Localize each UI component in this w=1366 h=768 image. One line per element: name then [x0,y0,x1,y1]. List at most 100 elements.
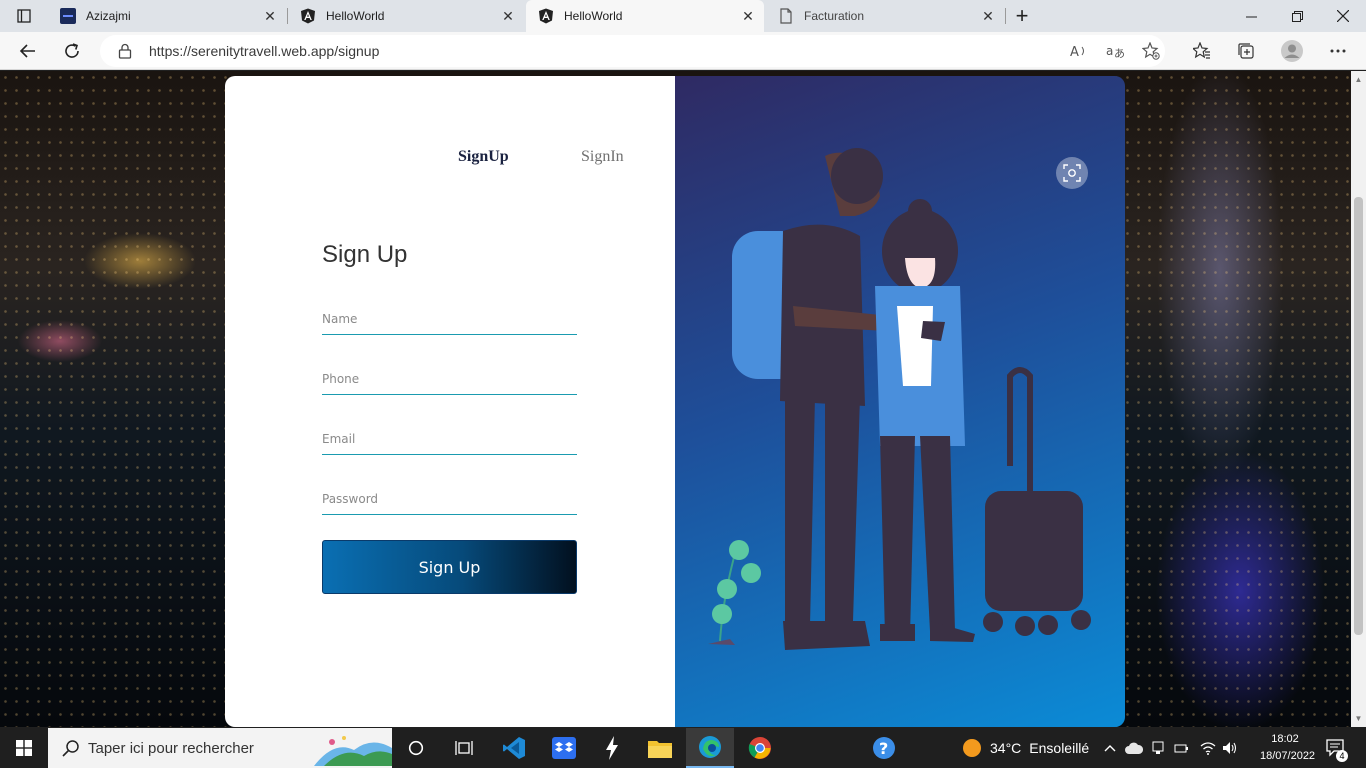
vscode-icon [503,737,525,759]
collections-icon [1238,43,1254,59]
system-clock[interactable]: 18:02 18/07/2022 [1260,731,1316,765]
app-taskbar-button[interactable] [588,728,636,768]
help-taskbar-button[interactable]: ? [860,728,908,768]
task-view-button[interactable] [392,728,440,768]
travel-illustration-panel [675,76,1125,727]
power-plug-icon [1174,744,1188,753]
lightning-app-icon [606,736,618,760]
windows-taskbar: Taper ici pour rechercher ? 34°C Ensolei… [0,728,1366,768]
favorites-button[interactable] [1187,36,1217,66]
add-favorite-icon[interactable] [1142,42,1160,60]
more-icon [1330,49,1346,53]
taskbar-search-box[interactable]: Taper ici pour rechercher [48,728,392,768]
battery-tray[interactable] [1170,728,1194,768]
close-tab-icon[interactable]: ✕ [258,4,282,28]
signup-nav-link[interactable]: SignUp [458,148,509,166]
form-title: Sign Up [322,241,408,268]
file-explorer-taskbar-button[interactable] [636,728,684,768]
suitcase-icon [983,367,1091,636]
avatar [1281,40,1303,62]
scrollbar-thumb[interactable] [1354,197,1363,635]
travelers-illustration [708,148,1091,650]
read-aloud-icon[interactable]: A [1070,43,1088,59]
refresh-icon [65,43,79,58]
vscode-taskbar-button[interactable] [490,728,538,768]
tab-title: HelloWorld [564,9,623,23]
svg-text:a: a [1106,44,1113,58]
name-field[interactable] [322,295,577,335]
plus-icon: + [1015,3,1029,28]
page-viewport: SignUp SignIn Sign Up Sign Up [0,71,1351,727]
document-icon [778,8,794,24]
close-tab-icon[interactable]: ✕ [496,4,520,28]
tab-actions-icon [17,9,31,23]
close-tab-icon[interactable]: ✕ [976,4,1000,28]
volume-tray[interactable] [1218,728,1242,768]
sun-icon [963,739,981,757]
close-tab-icon[interactable]: ✕ [736,4,760,28]
page-scrollbar[interactable]: ▲ ▼ [1351,71,1366,727]
restore-button[interactable] [1274,0,1320,32]
dropbox-taskbar-button[interactable] [540,728,588,768]
minimize-button[interactable] [1228,0,1274,32]
scroll-up-icon[interactable]: ▲ [1354,75,1363,84]
tab-title: Facturation [804,9,865,23]
search-placeholder: Taper ici pour rechercher [88,740,254,757]
device-tray[interactable] [1146,728,1170,768]
collections-button[interactable] [1231,36,1261,66]
onedrive-tray[interactable] [1122,728,1146,768]
back-arrow-icon [19,44,35,58]
edge-taskbar-button[interactable] [686,728,734,768]
edge-icon [699,736,721,758]
signin-nav-link[interactable]: SignIn [581,148,624,166]
phone-field[interactable] [322,355,577,395]
cloud-icon [1125,742,1143,754]
profile-button[interactable] [1277,36,1307,66]
lock-icon [118,43,132,59]
password-field[interactable] [322,475,577,515]
scroll-down-icon[interactable]: ▼ [1354,714,1363,723]
weather-widget[interactable]: 34°C Ensoleillé [962,728,1089,768]
tab-title: HelloWorld [326,9,385,23]
close-window-button[interactable] [1320,0,1366,32]
signup-submit-button[interactable]: Sign Up [322,540,577,594]
clock-time: 18:02 [1271,733,1299,745]
tab-strip: Azizajmi ✕ HelloWorld ✕ HelloWorld ✕ Fac… [0,0,1366,32]
address-bar[interactable]: https://serenitytravell.web.app/signup A… [100,35,1165,67]
translate-icon[interactable]: aあ [1106,43,1124,59]
task-view-icon [455,741,473,755]
help-icon: ? [873,737,895,759]
chevron-up-icon [1104,745,1116,752]
tab-helloworld-active[interactable]: HelloWorld ✕ [526,0,764,32]
more-options-button[interactable] [1323,36,1353,66]
taskview-button[interactable] [440,728,488,768]
svg-text:?: ? [879,739,888,758]
email-field[interactable] [322,415,577,455]
wifi-tray[interactable] [1196,728,1220,768]
notification-count-badge: 4 [1336,750,1348,762]
minimize-icon [1245,16,1257,17]
windows-icon [16,740,32,756]
notification-center-button[interactable]: 4 [1322,728,1350,768]
tab-facturation[interactable]: Facturation ✕ [766,0,1004,32]
angular-icon [538,8,554,24]
search-highlight-icon [314,736,392,766]
tab-actions-button[interactable] [8,0,40,32]
clock-date: 18/07/2022 [1260,750,1316,762]
folder-icon [648,741,672,758]
speaker-icon [1223,742,1237,754]
hidden-icons-button[interactable] [1098,728,1122,768]
refresh-button[interactable] [57,36,87,66]
back-button[interactable] [13,36,43,66]
wifi-icon [1200,742,1216,755]
start-button[interactable] [0,728,48,768]
search-icon [62,740,79,757]
svg-text:あ: あ [1114,47,1124,59]
weather-description: Ensoleillé [1029,740,1090,756]
chrome-icon [748,737,771,759]
tab-azizajmi[interactable]: Azizajmi ✕ [48,0,286,32]
signup-card: SignUp SignIn Sign Up Sign Up [225,76,675,727]
new-tab-button[interactable]: + [1008,0,1036,32]
chrome-taskbar-button[interactable] [736,728,784,768]
tab-helloworld-1[interactable]: HelloWorld ✕ [288,0,524,32]
